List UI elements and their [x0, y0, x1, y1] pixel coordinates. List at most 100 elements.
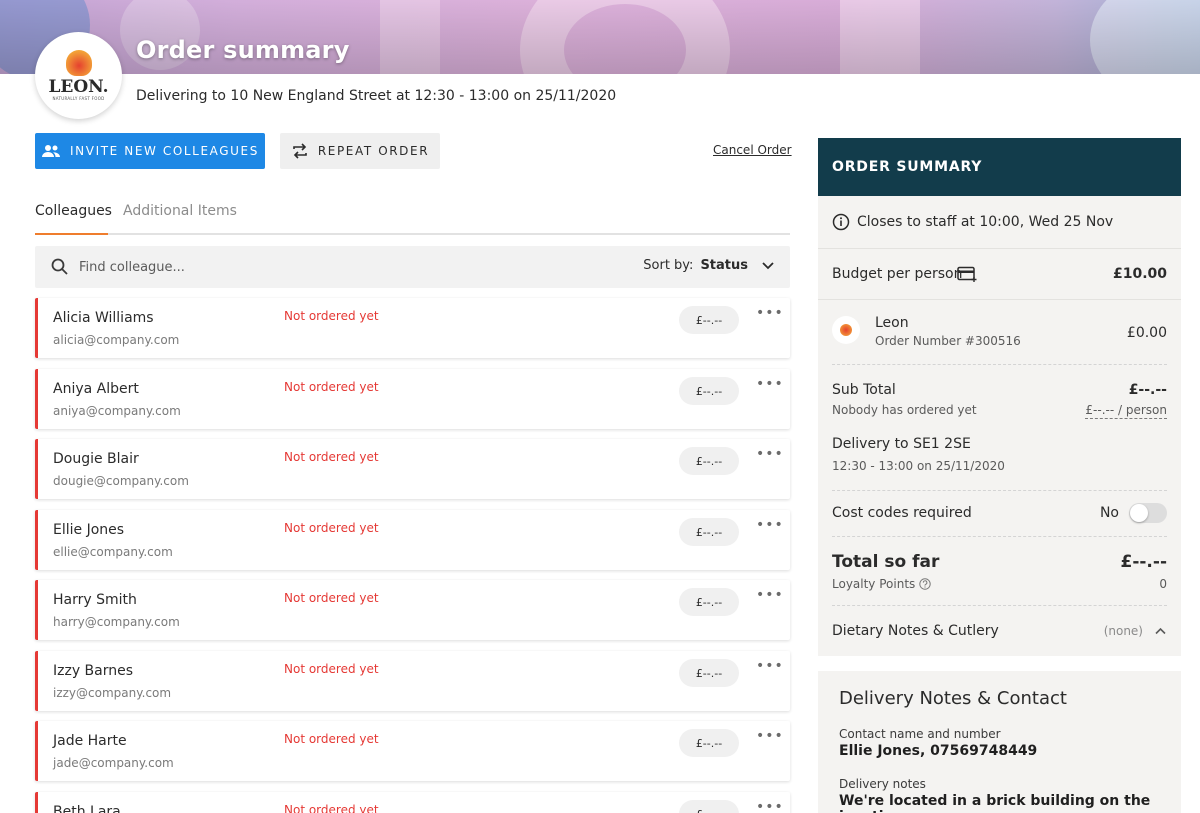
more-options-icon[interactable]: •••: [756, 729, 784, 743]
sort-dropdown[interactable]: Sort by: Status: [643, 258, 774, 273]
restaurant-value: £0.00: [1126, 325, 1167, 341]
order-summary-panel: ORDER SUMMARY Closes to staff at 10:00, …: [818, 138, 1181, 656]
logo-emblem-icon: [65, 50, 92, 76]
more-options-icon[interactable]: •••: [756, 447, 784, 461]
order-status: Not ordered yet: [284, 521, 379, 535]
active-tab-indicator: [35, 233, 108, 235]
logo-wordmark: LEON.: [48, 77, 109, 97]
tab-colleagues[interactable]: Colleagues: [35, 203, 112, 229]
order-price-pill: £--.--: [679, 800, 739, 813]
colleague-row[interactable]: Aniya Albert aniya@company.com Not order…: [35, 369, 790, 429]
closing-time: Closes to staff at 10:00, Wed 25 Nov: [857, 214, 1114, 230]
colleague-email: dougie@company.com: [53, 474, 189, 488]
colleague-email: alicia@company.com: [53, 333, 180, 347]
colleague-email: izzy@company.com: [53, 686, 172, 700]
loyalty-label: Loyalty Points: [832, 577, 916, 591]
delivery-postcode: Delivery to SE1 2SE: [832, 436, 971, 452]
colleague-row[interactable]: Izzy Barnes izzy@company.com Not ordered…: [35, 651, 790, 711]
dietary-value: (none): [1103, 624, 1143, 638]
colleague-row[interactable]: Harry Smith harry@company.com Not ordere…: [35, 580, 790, 640]
order-status: Not ordered yet: [284, 732, 379, 746]
repeat-order-button[interactable]: REPEAT ORDER: [280, 133, 440, 169]
colleague-row[interactable]: Jade Harte jade@company.com Not ordered …: [35, 721, 790, 781]
restaurant-logo: LEON. NATURALLY FAST FOOD: [35, 32, 122, 119]
per-person-value[interactable]: £--.-- / person: [1085, 403, 1167, 419]
order-price-pill: £--.--: [679, 588, 739, 616]
tab-additional-items[interactable]: Additional Items: [123, 203, 237, 229]
repeat-label: REPEAT ORDER: [317, 144, 430, 158]
cost-codes-value: No: [1099, 505, 1119, 521]
cost-codes-toggle[interactable]: [1129, 503, 1167, 523]
dietary-label[interactable]: Dietary Notes & Cutlery: [832, 623, 999, 639]
order-status: Not ordered yet: [284, 450, 379, 464]
restaurant-name: Leon: [875, 315, 909, 331]
subtotal-label: Sub Total: [832, 382, 896, 398]
divider: [818, 299, 1181, 300]
cancel-order-link[interactable]: Cancel Order: [713, 143, 792, 157]
chevron-up-icon[interactable]: [1155, 627, 1166, 635]
delivery-notes-panel: Delivery Notes & Contact Contact name an…: [818, 671, 1181, 813]
colleague-row[interactable]: Ellie Jones ellie@company.com Not ordere…: [35, 510, 790, 570]
delivery-notes-value: We're located in a brick building on the…: [839, 793, 1151, 813]
colleague-name: Jade Harte: [53, 733, 127, 749]
more-options-icon[interactable]: •••: [756, 659, 784, 673]
people-icon: [42, 145, 61, 157]
restaurant-avatar: [832, 316, 860, 344]
sort-value: Status: [700, 258, 748, 273]
divider: [818, 248, 1181, 249]
divider: [832, 605, 1167, 606]
card-icon: [957, 266, 977, 282]
order-number: Order Number #300516: [875, 334, 1021, 348]
colleague-search-bar: Sort by: Status: [35, 246, 790, 288]
colleague-row[interactable]: Alicia Williams alicia@company.com Not o…: [35, 298, 790, 358]
divider: [832, 536, 1167, 537]
more-options-icon[interactable]: •••: [756, 377, 784, 391]
contact-label: Contact name and number: [839, 727, 1001, 741]
order-status: Not ordered yet: [284, 662, 379, 676]
more-options-icon[interactable]: •••: [756, 306, 784, 320]
delivery-notes-title: Delivery Notes & Contact: [839, 688, 1067, 709]
colleague-name: Harry Smith: [53, 592, 137, 608]
colleague-email: aniya@company.com: [53, 404, 181, 418]
colleague-name: Izzy Barnes: [53, 663, 134, 679]
subtotal-note: Nobody has ordered yet: [832, 403, 977, 417]
sort-label: Sort by:: [643, 258, 694, 273]
more-options-icon[interactable]: •••: [756, 518, 784, 532]
order-price-pill: £--.--: [679, 729, 739, 757]
delivery-details: Delivering to 10 New England Street at 1…: [136, 88, 617, 104]
colleague-name: Ellie Jones: [53, 522, 125, 538]
order-status: Not ordered yet: [284, 591, 379, 605]
divider: [832, 490, 1167, 491]
cost-codes-label: Cost codes required: [832, 505, 972, 521]
logo-tagline: NATURALLY FAST FOOD: [52, 96, 105, 101]
page-title: Order summary: [136, 36, 350, 64]
more-options-icon[interactable]: •••: [756, 800, 784, 813]
colleague-row[interactable]: Beth Lara Not ordered yet £--.-- •••: [35, 792, 790, 813]
search-input[interactable]: [79, 254, 459, 280]
order-price-pill: £--.--: [679, 306, 739, 334]
colleague-email: ellie@company.com: [53, 545, 173, 559]
info-icon: [832, 213, 850, 231]
contact-value: Ellie Jones, 07569748449: [839, 743, 1038, 759]
invite-colleagues-button[interactable]: INVITE NEW COLLEAGUES: [35, 133, 265, 169]
order-summary-header: ORDER SUMMARY: [818, 138, 1181, 196]
chevron-down-icon: [762, 261, 774, 269]
budget-value: £10.00: [1112, 266, 1167, 282]
colleague-name: Aniya Albert: [53, 381, 139, 397]
hero-banner: Order summary: [0, 0, 1200, 74]
order-price-pill: £--.--: [679, 447, 739, 475]
colleague-name: Alicia Williams: [53, 310, 154, 326]
logo-emblem-icon: [840, 324, 852, 336]
colleague-row[interactable]: Dougie Blair dougie@company.com Not orde…: [35, 439, 790, 499]
invite-label: INVITE NEW COLLEAGUES: [70, 144, 259, 158]
more-options-icon[interactable]: •••: [756, 588, 784, 602]
loyalty-value: 0: [1159, 577, 1167, 591]
budget-label: Budget per person: [832, 266, 963, 282]
help-icon[interactable]: [919, 578, 931, 590]
subtotal-value: £--.--: [1128, 382, 1167, 398]
delivery-time: 12:30 - 13:00 on 25/11/2020: [832, 459, 1005, 473]
repeat-icon: [293, 143, 307, 159]
tab-bar: Colleagues Additional Items: [35, 203, 790, 235]
colleague-name: Dougie Blair: [53, 451, 139, 467]
order-price-pill: £--.--: [679, 659, 739, 687]
